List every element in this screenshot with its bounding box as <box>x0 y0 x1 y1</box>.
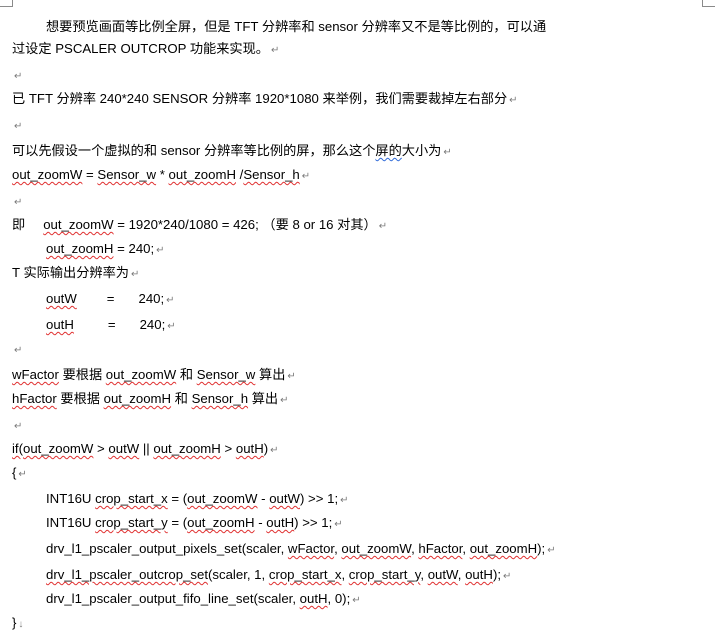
paragraph-mark: ↵ <box>14 197 23 208</box>
paragraph-mark: ↵ <box>503 571 512 582</box>
paragraph-mark: ↵ <box>334 519 343 530</box>
paragraph-line-15: wFactor 要根据 out_zoomW 和 Sensor_w 算出 ↵ <box>12 367 296 382</box>
paragraph-mark: ↵ <box>352 595 361 606</box>
code-line-21: INT16U crop_start_y = (out_zoomH - outH)… <box>46 515 343 530</box>
paragraph-mark: ↵ <box>509 95 518 106</box>
formula-line-13: outH = 240; ↵ <box>46 317 176 332</box>
code-line-20: INT16U crop_start_x = (out_zoomW - outW)… <box>46 491 349 506</box>
paragraph-mark: ↵ <box>18 469 27 480</box>
paragraph-line-11: T 实际输出分辨率为 ↵ <box>12 265 140 280</box>
paragraph-line-6: 可以先假设一个虚拟的和 sensor 分辨率等比例的屏，那么这个屏的大小为 ↵ <box>12 143 452 158</box>
paragraph-mark: ↵ <box>130 269 140 280</box>
empty-line: ↵ <box>12 338 22 360</box>
paragraph-mark: ↵ <box>443 147 452 158</box>
paragraph-mark: ↵ <box>340 495 349 506</box>
paragraph-line-4: 已 TFT 分辨率 240*240 SENSOR 分辨率 1920*1080 来… <box>12 91 518 106</box>
paragraph-mark: ↵ <box>287 371 296 382</box>
paragraph-mark: ↵ <box>156 245 165 256</box>
paragraph-mark: ↵ <box>14 421 23 432</box>
paragraph-mark: ↵ <box>167 321 176 332</box>
formula-line-12: outW = 240; ↵ <box>46 291 175 306</box>
paragraph-mark: ↵ <box>14 345 23 356</box>
paragraph-line-2: 过设定 PSCALER OUTCROP 功能来实现。 ↵ <box>12 41 280 56</box>
code-line-19: {↵ <box>12 465 27 480</box>
empty-line: ↵ <box>12 414 22 436</box>
margin-corner-mark-right <box>702 0 715 7</box>
paragraph-mark: ↵ <box>270 445 279 456</box>
paragraph-mark: ↵ <box>270 45 280 56</box>
paragraph-mark: ↵ <box>378 221 388 232</box>
paragraph-line-1: 想要预览画面等比例全屏，但是 TFT 分辨率和 sensor 分辨率又不是等比例… <box>46 19 547 34</box>
paragraph-mark: ↵ <box>280 395 289 406</box>
formula-line-9: 即 out_zoomW = 1920*240/1080 = 426; （要 8 o… <box>12 217 388 232</box>
formula-line-10: out_zoomH = 240; ↵ <box>46 241 165 256</box>
paragraph-mark: ↵ <box>301 171 311 182</box>
empty-line: ↵ <box>12 114 22 136</box>
paragraph-line-16: hFactor 要根据 out_zoomH 和 Sensor_h 算出 ↵ <box>12 391 289 406</box>
margin-corner-mark-left <box>0 0 13 7</box>
end-mark: ↓ <box>18 619 24 630</box>
code-line-24: drv_l1_pscaler_output_fifo_line_set(scal… <box>46 591 361 606</box>
code-line-23: drv_l1_pscaler_outcrop_set(scaler, 1, cr… <box>46 567 512 582</box>
code-line-22: drv_l1_pscaler_output_pixels_set(scaler,… <box>46 541 556 556</box>
paragraph-mark: ↵ <box>166 295 175 306</box>
paragraph-mark: ↵ <box>14 71 23 82</box>
code-line-25: } ↓ <box>12 615 24 630</box>
paragraph-mark: ↵ <box>547 545 556 556</box>
empty-line: ↵ <box>12 64 22 86</box>
document-page: 想要预览画面等比例全屏，但是 TFT 分辨率和 sensor 分辨率又不是等比例… <box>0 0 716 638</box>
formula-line-7: out_zoomW = Sensor_w * out_zoomH /Sensor… <box>12 167 311 182</box>
code-line-18: if(out_zoomW > outW || out_zoomH > outH)… <box>12 441 279 456</box>
empty-line: ↵ <box>12 190 22 212</box>
paragraph-mark: ↵ <box>14 121 23 132</box>
